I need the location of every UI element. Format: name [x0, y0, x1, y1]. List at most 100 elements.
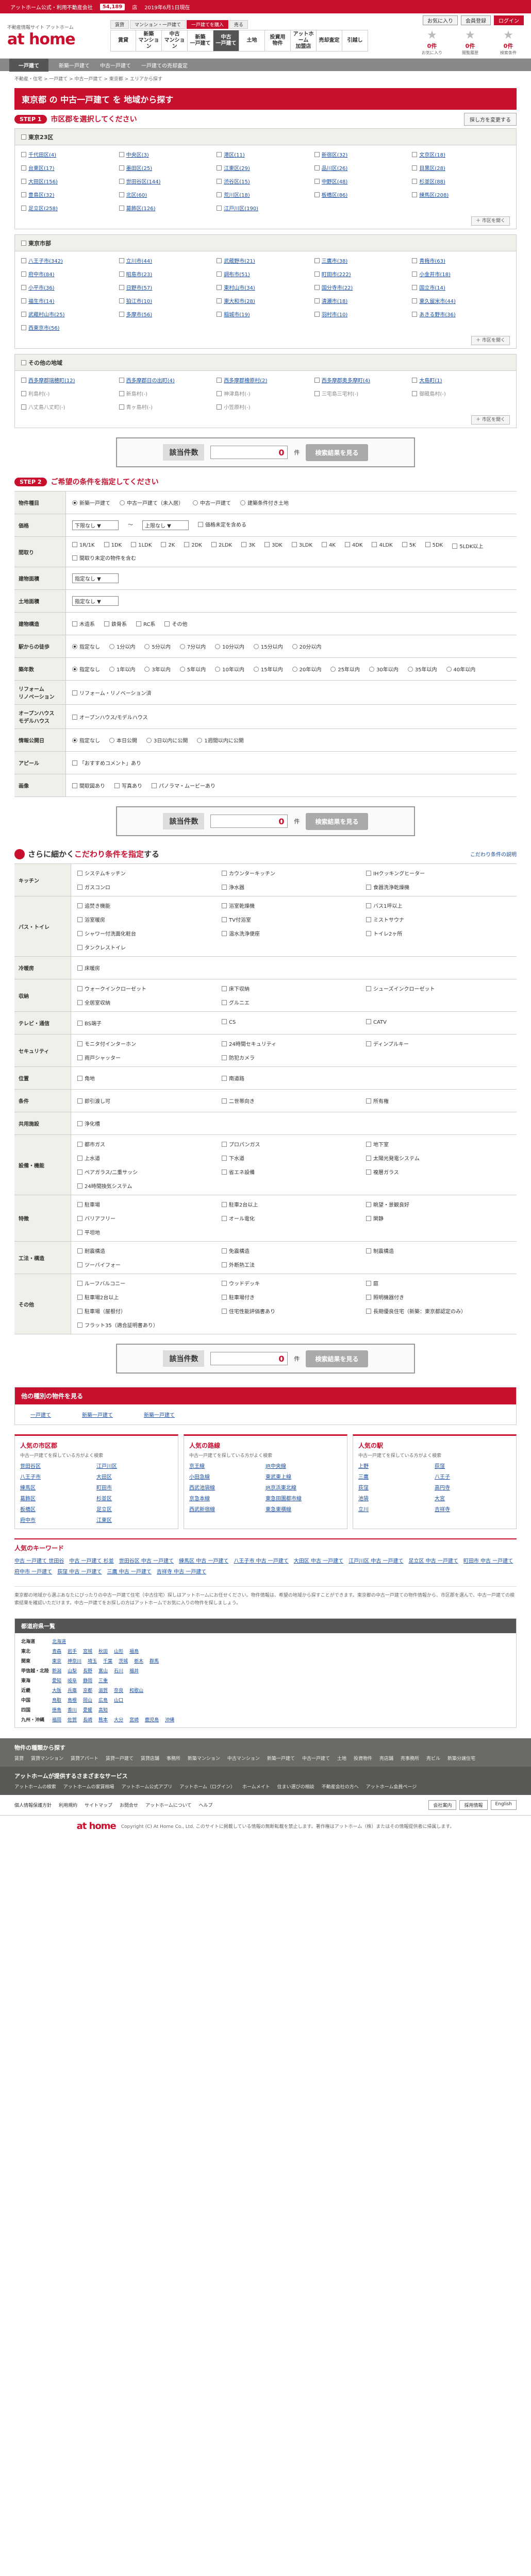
checkbox[interactable] [366, 1041, 371, 1046]
area-link[interactable]: 日野市(57) [126, 285, 153, 291]
checkbox[interactable] [412, 152, 418, 157]
checkbox[interactable] [21, 378, 26, 383]
area-link[interactable]: 西多摩郡檜原村(2) [224, 378, 267, 384]
header-button[interactable]: お気に入り [423, 15, 458, 25]
checkbox[interactable] [412, 192, 418, 197]
prefecture-link[interactable]: 茨城 [119, 1657, 128, 1664]
area-item[interactable]: 墨田区(25) [119, 164, 217, 172]
area-link[interactable]: 東村山市(34) [224, 285, 255, 291]
footer1-link[interactable]: 新築マンション [188, 1755, 220, 1761]
condition-option[interactable]: 指定なし [72, 642, 100, 650]
footer1-link[interactable]: 売事務所 [401, 1755, 419, 1761]
checkbox[interactable] [366, 1309, 371, 1314]
area-item[interactable]: 小笠原村(-) [217, 403, 314, 411]
checkbox[interactable] [452, 544, 458, 549]
checkbox[interactable] [77, 885, 82, 890]
kodawari-option[interactable]: 複層ガラス [366, 1168, 510, 1176]
checkbox[interactable] [119, 298, 124, 303]
checkbox[interactable] [366, 1019, 371, 1024]
kodawari-option[interactable]: 眺望・景観良好 [366, 1200, 510, 1208]
nav-item[interactable]: 引越し [342, 30, 368, 52]
kodawari-option[interactable]: 駐車場 [77, 1200, 222, 1208]
area-item[interactable]: 練馬区(208) [412, 191, 510, 198]
prefecture-link[interactable]: 宮城 [83, 1648, 92, 1654]
prefecture-link[interactable]: 三重 [98, 1677, 108, 1684]
condition-option[interactable]: 3DK [264, 542, 283, 550]
checkbox[interactable] [217, 165, 222, 171]
checkbox[interactable] [222, 1041, 227, 1046]
checkbox[interactable] [21, 391, 26, 396]
checkbox[interactable] [412, 179, 418, 184]
area-item[interactable]: 国分寺市(22) [314, 283, 412, 291]
kodawari-option[interactable]: バリアフリー [77, 1214, 222, 1222]
checkbox[interactable] [217, 404, 222, 410]
area-item[interactable]: 御蔵島村(-) [412, 389, 510, 397]
radio[interactable] [179, 667, 185, 672]
radio[interactable] [292, 667, 297, 672]
popular-link[interactable]: 足立区 [96, 1505, 173, 1513]
prefecture-link[interactable]: 富山 [98, 1667, 108, 1674]
condition-option[interactable]: 新築一戸建て [72, 499, 110, 506]
kodawari-option[interactable]: 食器洗浄乾燥機 [366, 883, 510, 891]
footer1-link[interactable]: 賃貸店舗 [141, 1755, 159, 1761]
kodawari-option[interactable]: 浴室乾燥機 [222, 902, 366, 909]
checkbox[interactable] [366, 1098, 371, 1104]
prefecture-link[interactable]: 愛媛 [83, 1706, 92, 1713]
condition-option[interactable]: 価格未定を含める [198, 520, 246, 530]
popular-link[interactable]: 小田急線 [189, 1472, 266, 1480]
kodawari-option[interactable]: 庭 [366, 1279, 510, 1287]
checkbox[interactable] [119, 378, 124, 383]
condition-option[interactable]: 10分以内 [215, 642, 244, 650]
area-link[interactable]: 杉並区(88) [419, 179, 445, 185]
popular-link[interactable]: 江東区 [96, 1516, 173, 1523]
keyword-link[interactable]: 世田谷区 中古 一戸建て [119, 1556, 174, 1564]
area-item[interactable]: 足立区(258) [21, 204, 119, 212]
radio[interactable] [109, 738, 114, 743]
condition-option[interactable]: 5DK [425, 542, 443, 550]
nav-item[interactable]: 投資用 物件 [265, 30, 291, 52]
checkbox[interactable] [366, 1248, 371, 1253]
area-item[interactable]: 三宅島三宅村(-) [314, 389, 412, 397]
condition-option[interactable]: 木造系 [72, 620, 95, 628]
area-link[interactable]: 豊島区(32) [28, 193, 55, 198]
checkbox[interactable] [222, 1309, 227, 1314]
checkbox[interactable] [366, 1295, 371, 1300]
footer1-link[interactable]: 売店舗 [379, 1755, 393, 1761]
area-item[interactable]: 清瀬市(18) [314, 297, 412, 304]
area-item[interactable]: 昭島市(23) [119, 270, 217, 278]
condition-option[interactable]: 1R/1K [72, 542, 95, 550]
kodawari-option[interactable]: 南道路 [222, 1074, 366, 1082]
checkbox[interactable] [412, 165, 418, 171]
checkbox[interactable] [72, 555, 77, 561]
checkbox[interactable] [366, 903, 371, 908]
kodawari-option[interactable]: ミストサウナ [366, 916, 510, 923]
area-item[interactable]: 利島村(-) [21, 389, 119, 397]
radio[interactable] [215, 644, 221, 649]
area-link[interactable]: 台東区(17) [28, 166, 55, 172]
condition-option[interactable]: 1分以内 [109, 642, 135, 650]
condition-option[interactable]: 指定なし [72, 736, 100, 744]
keyword-link[interactable]: 町田市 中古 一戸建て [463, 1556, 513, 1564]
area-item[interactable]: 多摩市(56) [119, 310, 217, 318]
kodawari-option[interactable]: 地下室 [366, 1140, 510, 1148]
radio[interactable] [72, 644, 77, 649]
checkbox[interactable] [222, 1055, 227, 1060]
checkbox[interactable] [412, 272, 418, 277]
kodawari-option[interactable]: 追焚き機能 [77, 902, 222, 909]
nav-item[interactable]: 中古 マンション [162, 30, 188, 52]
checkbox[interactable] [77, 1041, 82, 1046]
select-box[interactable]: 下限なし ▼ [72, 520, 119, 530]
checkbox[interactable] [222, 871, 227, 876]
area-link[interactable]: 国分寺市(22) [322, 285, 353, 291]
checkbox[interactable] [366, 931, 371, 936]
condition-option[interactable]: 2DK [184, 542, 202, 550]
condition-option[interactable]: 3K [241, 542, 255, 550]
area-link[interactable]: 立川市(44) [126, 259, 153, 264]
radio[interactable] [144, 644, 150, 649]
checkbox[interactable] [222, 1019, 227, 1024]
condition-option[interactable]: 1LDK [131, 542, 152, 550]
checkbox[interactable] [412, 312, 418, 317]
area-item[interactable]: 世田谷区(144) [119, 177, 217, 185]
prefecture-link[interactable]: 栃木 [134, 1657, 143, 1664]
checkbox[interactable] [217, 272, 222, 277]
